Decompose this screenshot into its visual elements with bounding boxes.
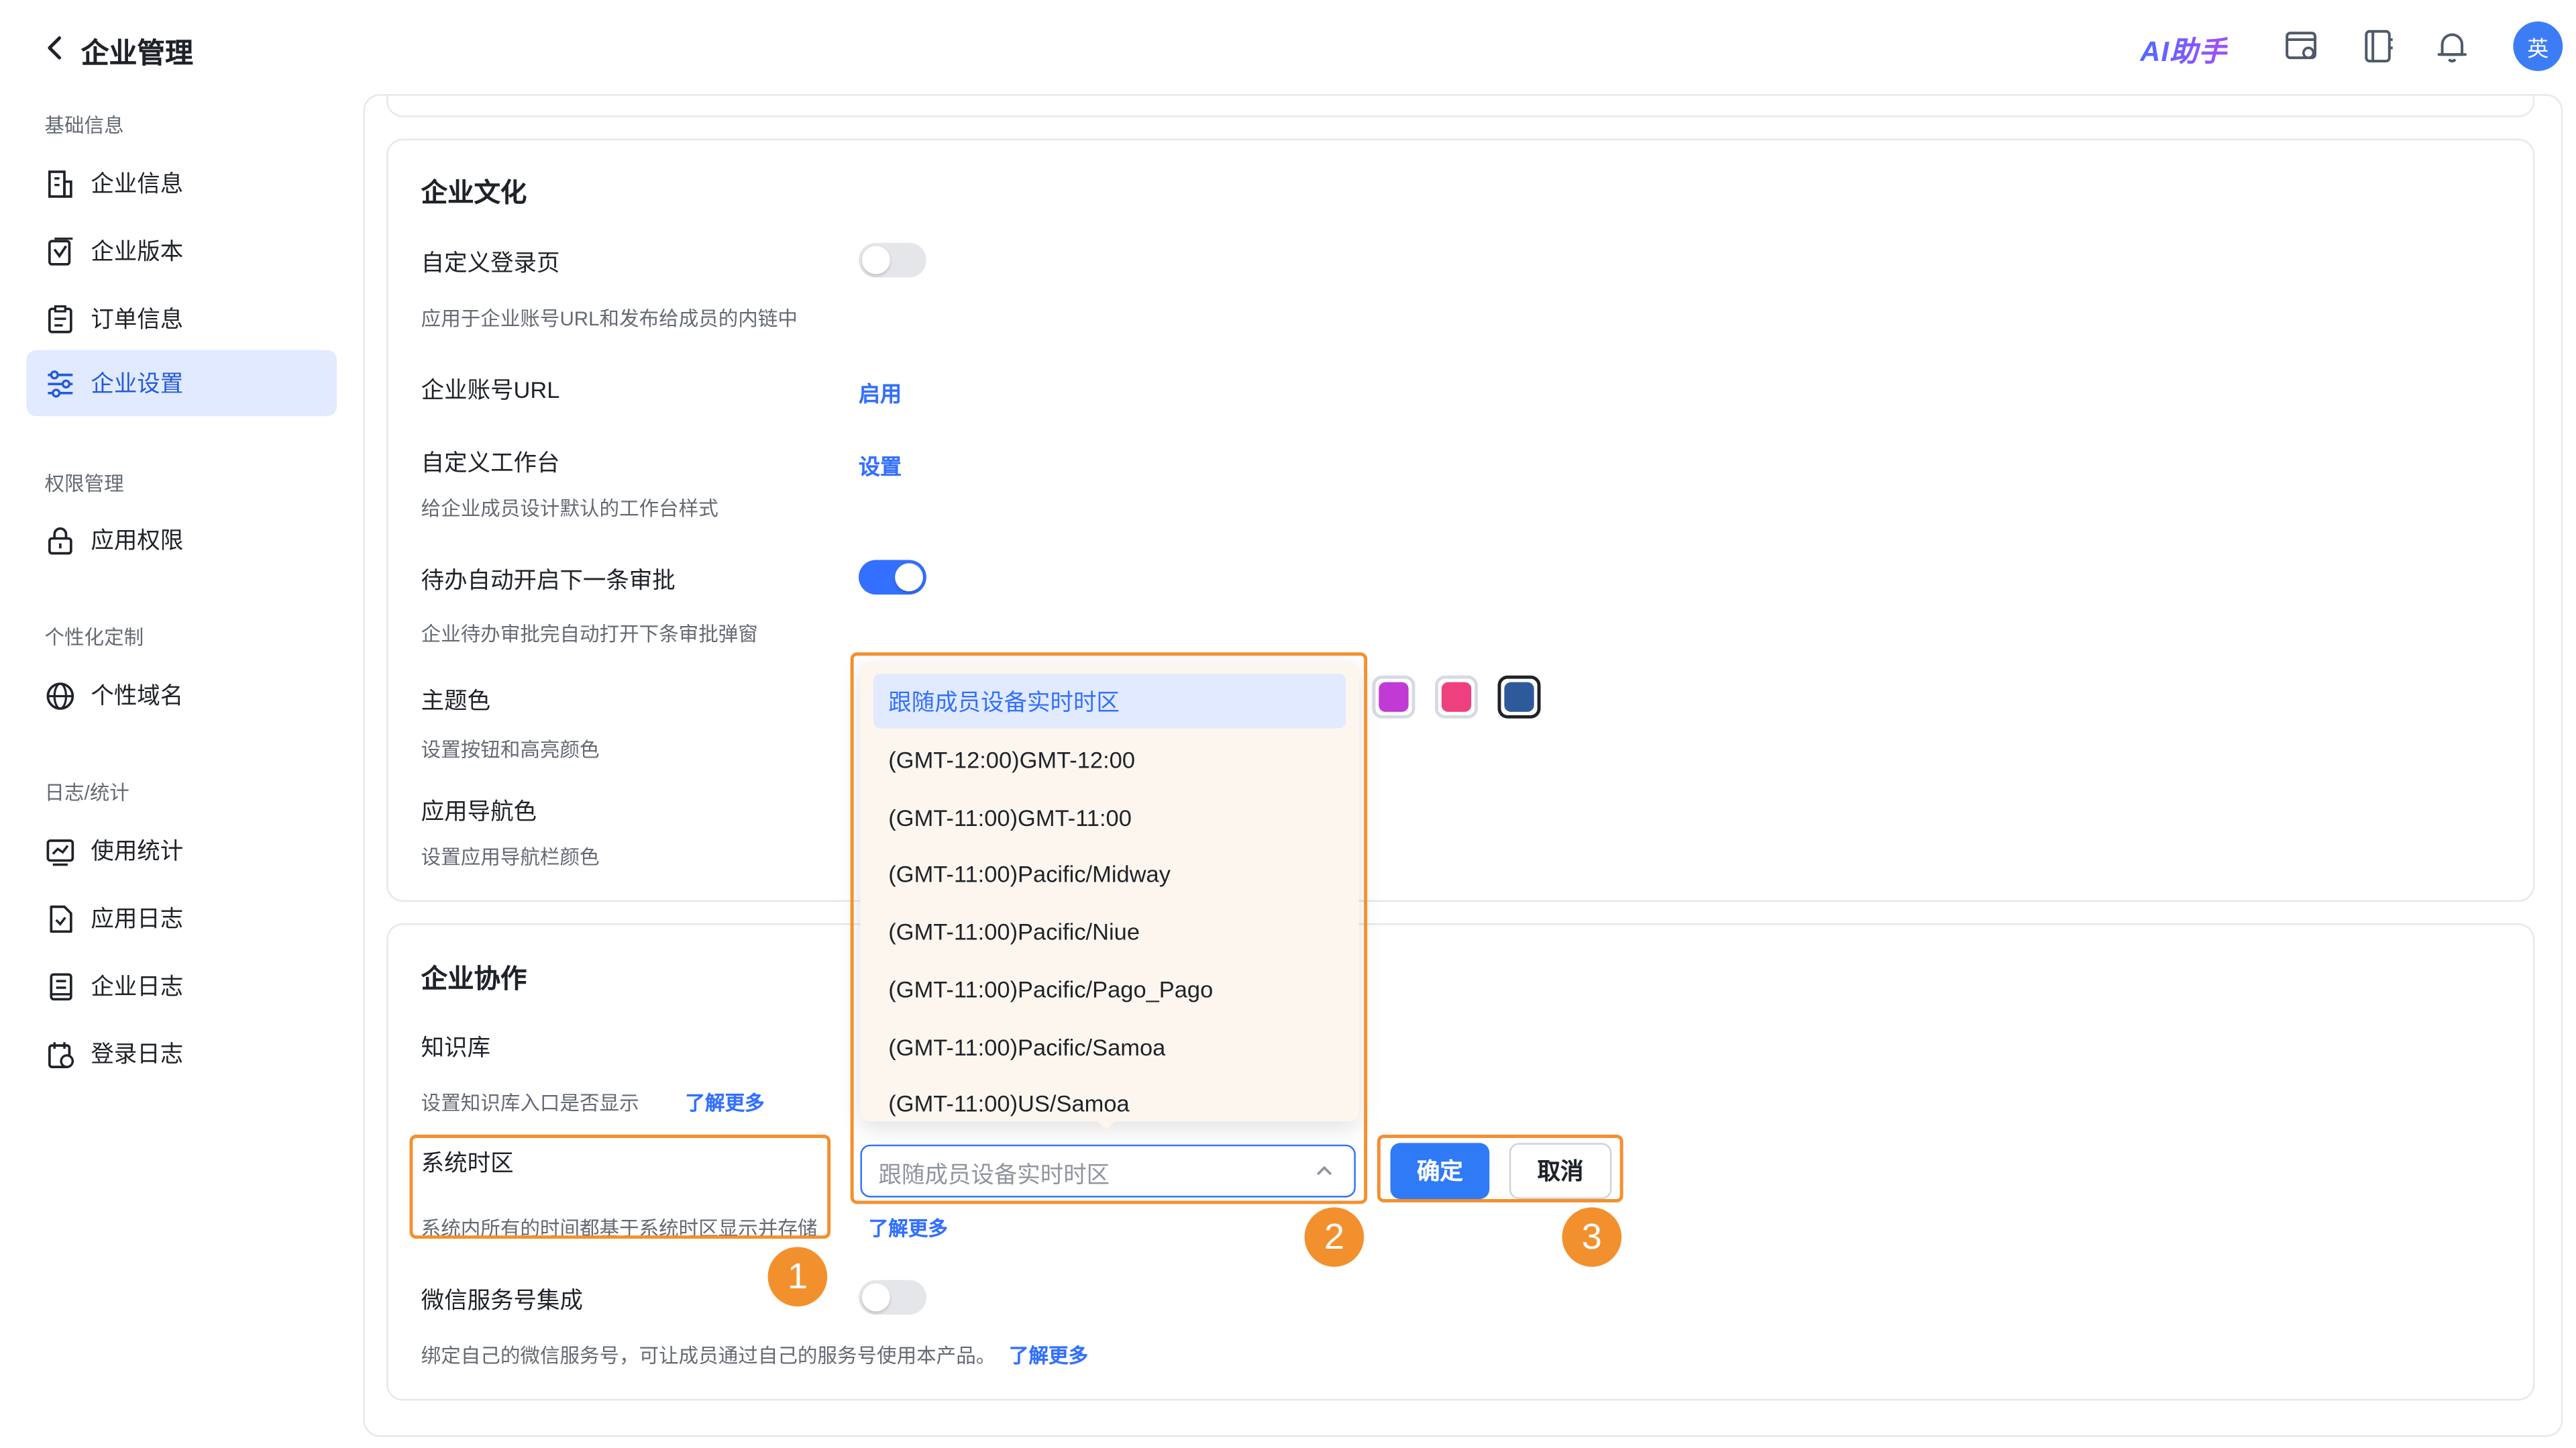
auto-next-desc: 企业待办审批完自动打开下条审批弹窗: [421, 622, 758, 646]
calendar-log-icon: [44, 1038, 76, 1070]
version-icon: [44, 236, 76, 267]
sidebar-item-label: 订单信息: [91, 305, 184, 332]
sidebar-item-label: 登录日志: [91, 1040, 184, 1068]
sidebar-section-basic: 基础信息: [44, 113, 124, 138]
sidebar-section-logs: 日志/统计: [44, 781, 129, 805]
timezone-select-value: 跟随成员设备实时时区: [878, 1161, 1110, 1188]
timezone-option[interactable]: (GMT-11:00)GMT-11:00: [873, 790, 1346, 844]
auto-next-label: 待办自动开启下一条审批: [421, 566, 676, 593]
culture-card-title: 企业文化: [421, 180, 527, 209]
sidebar-item-app-permission[interactable]: 应用权限: [26, 507, 337, 573]
cancel-button[interactable]: 取消: [1509, 1143, 1612, 1200]
globe-icon: [44, 680, 76, 711]
workbench-desc: 给企业成员设计默认的工作台样式: [421, 497, 718, 521]
sidebar-item-orders[interactable]: 订单信息: [26, 286, 337, 352]
account-url-enable-link[interactable]: 启用: [859, 376, 902, 408]
back-arrow-icon[interactable]: [43, 33, 66, 62]
wechat-desc: 绑定自己的微信服务号，可让成员通过自己的服务号使用本产品。: [421, 1344, 996, 1368]
theme-swatch-navy[interactable]: [1497, 675, 1541, 719]
sidebar-section-custom: 个性化定制: [44, 625, 144, 650]
wechat-label: 微信服务号集成: [421, 1286, 583, 1313]
nav-color-label: 应用导航色: [421, 797, 537, 825]
timezone-dropdown-list[interactable]: 跟随成员设备实时时区 (GMT-12:00)GMT-12:00 (GMT-11:…: [860, 662, 1359, 1122]
doc-log-icon: [44, 970, 76, 1002]
user-avatar[interactable]: 英: [2513, 21, 2563, 71]
timezone-option[interactable]: (GMT-11:00)Pacific/Niue: [873, 903, 1346, 958]
sidebar-item-label: 企业版本: [91, 238, 184, 264]
custom-login-toggle[interactable]: [858, 242, 926, 278]
sidebar-item-label: 企业设置: [91, 370, 184, 397]
sidebar-item-label: 使用统计: [91, 837, 184, 864]
nav-color-desc: 设置应用导航栏颜色: [421, 845, 600, 869]
timezone-option[interactable]: 跟随成员设备实时时区: [873, 674, 1346, 729]
chevron-up-icon: [1316, 1166, 1332, 1176]
account-url-label: 企业账号URL: [421, 376, 560, 403]
building-icon: [44, 168, 76, 199]
wechat-toggle[interactable]: [858, 1280, 926, 1315]
timezone-option[interactable]: (GMT-11:00)Pacific/Midway: [873, 845, 1346, 900]
workbench-setup-link[interactable]: 设置: [859, 450, 902, 481]
custom-login-label: 自定义登录页: [421, 249, 560, 276]
timezone-option[interactable]: (GMT-11:00)Pacific/Samoa: [873, 1019, 1346, 1074]
app-log-icon: [44, 902, 76, 934]
timezone-option[interactable]: (GMT-12:00)GMT-12:00: [873, 731, 1346, 786]
knowledge-desc: 设置知识库入口是否显示: [421, 1092, 639, 1115]
timezone-learn-more-link[interactable]: 了解更多: [869, 1214, 948, 1242]
previous-card-edge: [386, 94, 2535, 117]
dropdown-caret: [1096, 1119, 1116, 1130]
sidebar-item-edition[interactable]: 企业版本: [26, 218, 337, 284]
timezone-option[interactable]: (GMT-11:00)Pacific/Pago_Pago: [873, 962, 1346, 1016]
collab-card-title: 企业协作: [421, 966, 527, 994]
knowledge-learn-more-link[interactable]: 了解更多: [686, 1088, 765, 1117]
theme-swatch-purple[interactable]: [1372, 675, 1415, 719]
sidebar-item-label: 个性域名: [91, 682, 184, 709]
custom-login-desc: 应用于企业账号URL和发布给成员的内链中: [421, 307, 798, 331]
sidebar-item-label: 应用权限: [91, 527, 184, 554]
wechat-learn-more-link[interactable]: 了解更多: [1009, 1341, 1088, 1369]
chart-icon: [44, 835, 76, 866]
theme-swatch-pink[interactable]: [1435, 675, 1479, 719]
timezone-desc: 系统内所有的时间都基于系统时区显示并存储: [421, 1217, 818, 1241]
sidebar-item-label: 企业日志: [91, 972, 184, 1000]
theme-label: 主题色: [421, 686, 491, 714]
browser-settings-icon[interactable]: [2284, 28, 2320, 64]
sidebar-item-app-log[interactable]: 应用日志: [26, 885, 337, 951]
timezone-option[interactable]: (GMT-11:00)US/Samoa: [873, 1075, 1346, 1121]
sidebar-item-company-log[interactable]: 企业日志: [26, 953, 337, 1019]
sidebar-item-label: 应用日志: [91, 904, 184, 932]
workbench-label: 自定义工作台: [421, 449, 560, 476]
lock-icon: [44, 525, 76, 556]
bell-icon[interactable]: [2434, 28, 2470, 64]
page-title: 企业管理: [80, 38, 193, 70]
timezone-select[interactable]: 跟随成员设备实时时区: [860, 1144, 1356, 1198]
sidebar-item-custom-domain[interactable]: 个性域名: [26, 662, 337, 728]
sidebar-item-company-info[interactable]: 企业信息: [26, 150, 337, 216]
confirm-button[interactable]: 确定: [1390, 1143, 1490, 1200]
app-window: 企业管理 AI助手 英 基础信息 权限管理 个性化定制 日志/统计 企业信息 企…: [0, 0, 2576, 1448]
timezone-label: 系统时区: [421, 1149, 514, 1176]
theme-desc: 设置按钮和高亮颜色: [421, 738, 600, 762]
sidebar-item-login-log[interactable]: 登录日志: [26, 1021, 337, 1086]
sidebar-item-usage-stats[interactable]: 使用统计: [26, 817, 337, 883]
knowledge-label: 知识库: [421, 1033, 491, 1061]
auto-next-toggle[interactable]: [858, 560, 926, 595]
sidebar-section-permission: 权限管理: [44, 472, 124, 496]
ai-assistant-button[interactable]: AI助手: [2140, 28, 2227, 70]
order-icon: [44, 303, 76, 335]
sidebar-item-label: 企业信息: [91, 170, 184, 197]
sidebar-item-company-settings[interactable]: 企业设置: [26, 350, 337, 417]
settings-sliders-icon: [44, 368, 76, 399]
notebook-icon[interactable]: [2359, 28, 2396, 64]
